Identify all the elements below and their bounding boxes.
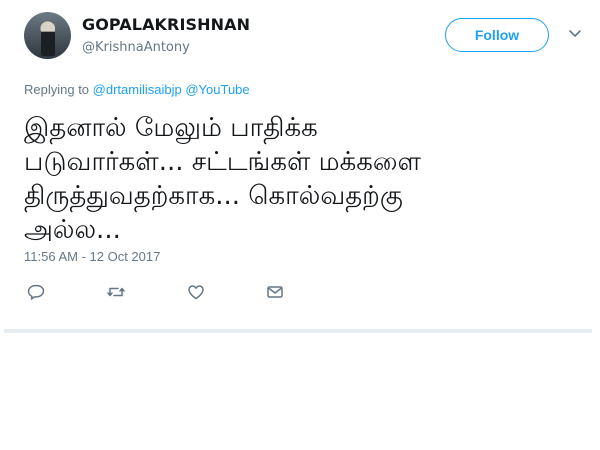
replying-to: Replying to @drtamilisaibjp @YouTube bbox=[24, 82, 250, 97]
tweet-text-line: இதனால் மேலும் பாதிக்க bbox=[24, 113, 318, 143]
follow-button[interactable]: Follow bbox=[445, 18, 549, 52]
tweet-card: GOPALAKRISHNAN @KrishnaAntony Follow Rep… bbox=[0, 0, 600, 450]
retweet-icon[interactable] bbox=[106, 283, 126, 301]
tweet-text: இதனால் மேலும் பாதிக்க படுவார்கள்... சட்ட… bbox=[24, 111, 584, 247]
divider bbox=[4, 329, 592, 333]
avatar[interactable] bbox=[24, 12, 71, 59]
chevron-down-icon[interactable] bbox=[567, 28, 583, 40]
mention-link-youtube[interactable]: @YouTube bbox=[185, 82, 249, 97]
tweet-text-line: திருத்துவதற்காக... கொல்வதற்கு bbox=[24, 181, 403, 211]
user-handle[interactable]: @KrishnaAntony bbox=[82, 40, 190, 55]
replying-to-label: Replying to bbox=[24, 82, 90, 97]
tweet-text-line: படுவார்கள்... சட்டங்கள் மக்களை bbox=[24, 147, 421, 177]
like-icon[interactable] bbox=[186, 283, 206, 301]
avatar-figure bbox=[41, 22, 55, 56]
display-name[interactable]: GOPALAKRISHNAN bbox=[82, 15, 250, 34]
message-icon[interactable] bbox=[265, 283, 285, 301]
tweet-timestamp[interactable]: 11:56 AM - 12 Oct 2017 bbox=[24, 249, 160, 264]
tweet-text-line: அல்ல... bbox=[24, 215, 121, 245]
mention-link-drtamilisaibjp[interactable]: @drtamilisaibjp bbox=[93, 82, 182, 97]
reply-icon[interactable] bbox=[26, 283, 46, 301]
